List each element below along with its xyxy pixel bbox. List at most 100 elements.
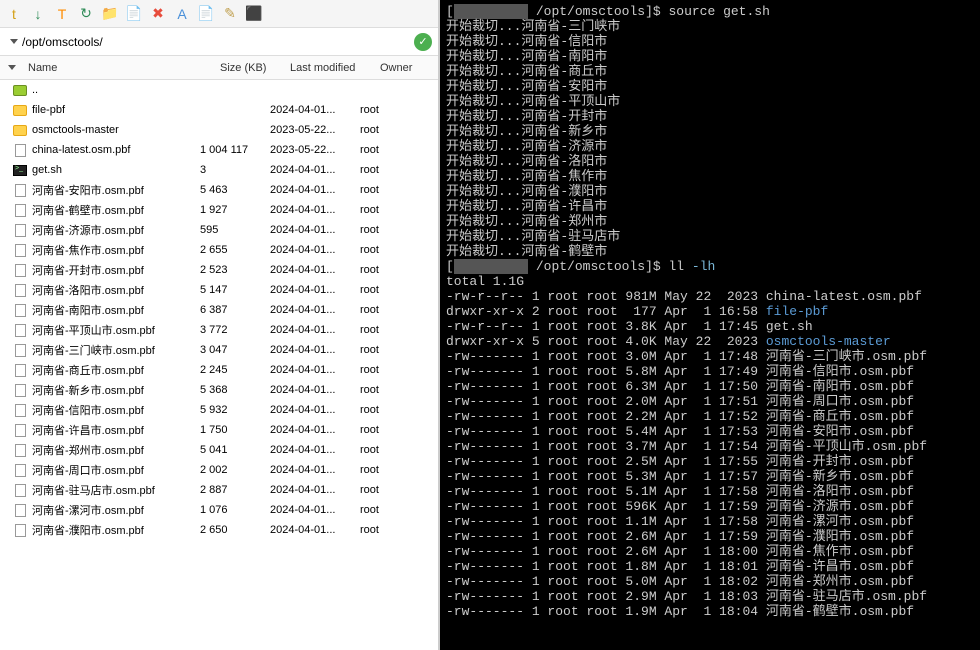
file-name: 河南省-信阳市.osm.pbf <box>32 402 200 418</box>
file-row[interactable]: .. <box>0 80 438 100</box>
file-icon <box>12 503 28 517</box>
file-row[interactable]: 河南省-洛阳市.osm.pbf5 1472024-04-01...root <box>0 280 438 300</box>
file-name: 河南省-濮阳市.osm.pbf <box>32 522 200 538</box>
file-icon <box>12 143 28 157</box>
file-size: 1 076 <box>200 504 270 516</box>
file-modified: 2024-04-01... <box>270 184 360 196</box>
file-name: osmctools-master <box>32 124 200 136</box>
col-size[interactable]: Size (KB) <box>220 62 290 74</box>
file-name: 河南省-焦作市.osm.pbf <box>32 242 200 258</box>
file-row[interactable]: 河南省-信阳市.osm.pbf5 9322024-04-01...root <box>0 400 438 420</box>
file-owner: root <box>360 164 410 176</box>
file-row[interactable]: 河南省-开封市.osm.pbf2 5232024-04-01...root <box>0 260 438 280</box>
file-owner: root <box>360 424 410 436</box>
file-size: 5 147 <box>200 284 270 296</box>
file-icon <box>12 483 28 497</box>
file-size: 1 927 <box>200 204 270 216</box>
file-size: 3 <box>200 164 270 176</box>
file-modified: 2024-04-01... <box>270 104 360 116</box>
terminal[interactable]: [ /opt/omsctools]$ source get.sh 开始裁切...… <box>440 0 980 650</box>
file-row[interactable]: 河南省-商丘市.osm.pbf2 2452024-04-01...root <box>0 360 438 380</box>
col-modified[interactable]: Last modified <box>290 62 380 74</box>
file-row[interactable]: 河南省-焦作市.osm.pbf2 6552024-04-01...root <box>0 240 438 260</box>
col-name[interactable]: Name <box>20 62 220 74</box>
file-name: 河南省-安阳市.osm.pbf <box>32 182 200 198</box>
file-modified: 2024-04-01... <box>270 464 360 476</box>
file-name: 河南省-驻马店市.osm.pbf <box>32 482 200 498</box>
file-row[interactable]: 河南省-平顶山市.osm.pbf3 7722024-04-01...root <box>0 320 438 340</box>
file-size: 6 387 <box>200 304 270 316</box>
file-list[interactable]: ..file-pbf2024-04-01...rootosmctools-mas… <box>0 80 438 650</box>
file-size: 1 750 <box>200 424 270 436</box>
file-name: file-pbf <box>32 104 200 116</box>
folder-up-icon <box>12 83 28 97</box>
toolbar-icon-8[interactable]: 📄 <box>196 4 216 24</box>
file-row[interactable]: 河南省-安阳市.osm.pbf5 4632024-04-01...root <box>0 180 438 200</box>
folder-icon <box>12 103 28 117</box>
file-name: 河南省-新乡市.osm.pbf <box>32 382 200 398</box>
file-modified: 2024-04-01... <box>270 204 360 216</box>
file-owner: root <box>360 324 410 336</box>
toolbar-icon-9[interactable]: ✎ <box>220 4 240 24</box>
file-modified: 2024-04-01... <box>270 424 360 436</box>
file-row[interactable]: 河南省-周口市.osm.pbf2 0022024-04-01...root <box>0 460 438 480</box>
file-size: 5 932 <box>200 404 270 416</box>
file-icon <box>12 383 28 397</box>
file-row[interactable]: file-pbf2024-04-01...root <box>0 100 438 120</box>
file-owner: root <box>360 144 410 156</box>
file-owner: root <box>360 124 410 136</box>
file-size: 3 772 <box>200 324 270 336</box>
file-icon <box>12 283 28 297</box>
toolbar-icon-1[interactable]: ↓ <box>28 4 48 24</box>
file-modified: 2024-04-01... <box>270 224 360 236</box>
file-header: Name Size (KB) Last modified Owner <box>0 56 438 80</box>
toolbar-icon-10[interactable]: ⬛ <box>244 4 264 24</box>
file-icon <box>12 443 28 457</box>
file-name: 河南省-漯河市.osm.pbf <box>32 502 200 518</box>
file-size: 595 <box>200 224 270 236</box>
file-modified: 2024-04-01... <box>270 344 360 356</box>
toolbar-icon-0[interactable]: t <box>4 4 24 24</box>
file-row[interactable]: 河南省-新乡市.osm.pbf5 3682024-04-01...root <box>0 380 438 400</box>
chevron-down-icon[interactable] <box>10 39 18 44</box>
file-size: 5 041 <box>200 444 270 456</box>
toolbar-icon-5[interactable]: 📄 <box>124 4 144 24</box>
file-name: 河南省-周口市.osm.pbf <box>32 462 200 478</box>
file-owner: root <box>360 444 410 456</box>
check-icon[interactable]: ✓ <box>414 33 432 51</box>
toolbar-icon-2[interactable]: T <box>52 4 72 24</box>
file-row[interactable]: china-latest.osm.pbf1 004 1172023-05-22.… <box>0 140 438 160</box>
file-row[interactable]: 河南省-驻马店市.osm.pbf2 8872024-04-01...root <box>0 480 438 500</box>
sort-icon[interactable] <box>8 65 16 70</box>
file-name: 河南省-南阳市.osm.pbf <box>32 302 200 318</box>
file-row[interactable]: 河南省-许昌市.osm.pbf1 7502024-04-01...root <box>0 420 438 440</box>
col-owner[interactable]: Owner <box>380 62 430 74</box>
file-owner: root <box>360 244 410 256</box>
file-row[interactable]: osmctools-master 2023-05-22...root <box>0 120 438 140</box>
file-name: 河南省-许昌市.osm.pbf <box>32 422 200 438</box>
file-size: 2 655 <box>200 244 270 256</box>
toolbar-icon-3[interactable]: ↻ <box>76 4 96 24</box>
file-row[interactable]: 河南省-郑州市.osm.pbf5 0412024-04-01...root <box>0 440 438 460</box>
file-row[interactable]: 河南省-鹤壁市.osm.pbf1 9272024-04-01...root <box>0 200 438 220</box>
toolbar-icon-6[interactable]: ✖ <box>148 4 168 24</box>
toolbar-icon-4[interactable]: 📁 <box>100 4 120 24</box>
file-modified: 2023-05-22... <box>270 124 360 136</box>
file-size: 2 650 <box>200 524 270 536</box>
file-modified: 2024-04-01... <box>270 484 360 496</box>
toolbar-icon-7[interactable]: A <box>172 4 192 24</box>
file-row[interactable]: 河南省-南阳市.osm.pbf6 3872024-04-01...root <box>0 300 438 320</box>
file-icon <box>12 363 28 377</box>
file-modified: 2024-04-01... <box>270 284 360 296</box>
file-row[interactable]: get.sh32024-04-01...root <box>0 160 438 180</box>
file-owner: root <box>360 404 410 416</box>
file-name: 河南省-开封市.osm.pbf <box>32 262 200 278</box>
file-row[interactable]: 河南省-濮阳市.osm.pbf2 6502024-04-01...root <box>0 520 438 540</box>
path-input[interactable] <box>22 35 414 49</box>
file-row[interactable]: 河南省-济源市.osm.pbf5952024-04-01...root <box>0 220 438 240</box>
file-icon <box>12 203 28 217</box>
file-row[interactable]: 河南省-三门峡市.osm.pbf3 0472024-04-01...root <box>0 340 438 360</box>
file-size: 2 245 <box>200 364 270 376</box>
file-owner: root <box>360 224 410 236</box>
file-row[interactable]: 河南省-漯河市.osm.pbf1 0762024-04-01...root <box>0 500 438 520</box>
